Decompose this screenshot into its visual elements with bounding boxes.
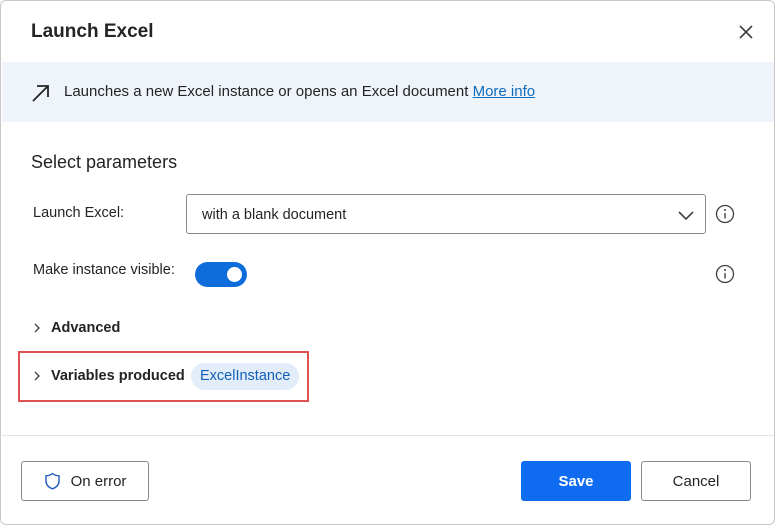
advanced-label: Advanced [51,320,121,336]
footer-divider [2,435,774,436]
visible-toggle[interactable] [195,262,247,287]
shield-icon [44,472,60,490]
visible-label: Make instance visible: [33,262,175,278]
chevron-right-icon [34,323,40,333]
variable-chip[interactable]: ExcelInstance [191,363,300,390]
chevron-down-icon [678,211,694,221]
save-button[interactable]: Save [521,461,631,501]
launch-excel-dropdown[interactable]: with a blank document [186,194,706,234]
info-icon[interactable] [715,264,735,284]
dialog-title: Launch Excel [31,21,154,42]
chevron-right-icon [34,371,40,381]
cancel-button[interactable]: Cancel [641,461,751,501]
close-icon [739,25,753,39]
info-banner: Launches a new Excel instance or opens a… [2,62,774,122]
on-error-button[interactable]: On error [21,461,149,501]
variables-label: Variables produced [51,368,185,384]
section-title: Select parameters [31,152,178,172]
toggle-knob [227,267,242,282]
variables-expander[interactable]: Variables produced [32,368,185,384]
advanced-expander[interactable]: Advanced [32,320,120,336]
close-button[interactable] [734,20,758,44]
more-info-link[interactable]: More info [473,83,536,100]
launch-excel-value: with a blank document [202,207,347,223]
arrow-up-right-icon [32,85,49,102]
on-error-label: On error [70,472,127,490]
launch-excel-dialog: Launch Excel Launches a new Excel instan… [0,0,775,525]
launch-excel-label: Launch Excel: [33,205,125,221]
action-description: Launches a new Excel instance or opens a… [64,83,535,100]
description-text: Launches a new Excel instance or opens a… [64,83,469,100]
info-icon[interactable] [715,204,735,224]
